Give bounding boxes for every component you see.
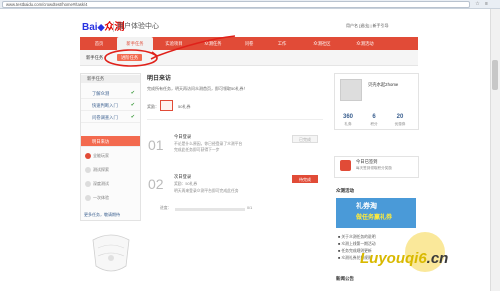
progress-label: 进度： (160, 206, 172, 210)
task-line: 奖励：50礼券 (174, 182, 198, 186)
task-title: 今日登录 (174, 134, 192, 139)
task-done-button[interactable]: 已完成 (292, 135, 318, 143)
task-title: 次日登录 (174, 174, 192, 179)
sidebar-sub-deep[interactable]: 深度测试 (81, 178, 140, 190)
calendar-icon (340, 160, 351, 171)
sidebar-item-quick-judge[interactable]: 快速判断入门 ✔ (81, 100, 140, 111)
logo-divider (113, 22, 114, 32)
news-item[interactable]: ■ 关于众测任务的说明 (338, 234, 376, 240)
stat-points-value[interactable]: 6 (364, 114, 384, 120)
nav-item-experiment[interactable]: 实验项目 (156, 37, 192, 50)
sidebar-sub-label: 深度测试 (93, 181, 109, 186)
sidebar-sub-once[interactable]: 一次体验 (81, 192, 140, 204)
reward-amount: 50礼券 (178, 104, 191, 109)
reward-label: 奖励： (147, 104, 159, 109)
sub-nav: 新手任务 进阶任务 (80, 50, 418, 66)
task-number: 02 (148, 176, 164, 192)
stat-vouchers-label: 优惠券 (394, 122, 406, 126)
scrollbar-thumb[interactable] (492, 60, 498, 90)
checkin-desc: 每天签到领取积分奖励 (356, 166, 392, 170)
status-dot-icon (85, 195, 91, 201)
sidebar-item-learn[interactable]: 了解众测 ✔ (81, 88, 140, 99)
watermark: Luyouqi6.cn (360, 250, 448, 267)
star-icon[interactable]: ☆ (474, 1, 481, 8)
nav-item-work[interactable]: 工作 (267, 37, 297, 50)
sidebar-sub-label: 测试探索 (93, 167, 109, 172)
promo-title: 礼券淘 (356, 203, 377, 210)
subnav-advanced[interactable]: 进阶任务 (117, 54, 143, 61)
username[interactable]: 贝壳水起2home (368, 82, 398, 88)
sidebar-sub-explore[interactable]: 测试探索 (81, 164, 140, 176)
stat-coupons-value[interactable]: 360 (338, 114, 358, 120)
coupon-icon (160, 100, 173, 111)
sidebar-item-tomorrow[interactable]: 明日来访 (81, 136, 140, 147)
nav-item-community[interactable]: 众测社区 (302, 37, 342, 50)
activity-title: 众测活动 (336, 188, 354, 193)
check-icon: ✔ (130, 102, 135, 108)
status-dot-icon (85, 181, 91, 187)
sidebar-item-label: 快速判断入门 (92, 103, 118, 108)
sidebar-item-label: 了解众测 (92, 91, 110, 96)
promo-subtitle: 做任务赢礼券 (356, 215, 393, 221)
page-title: 明日来访 (147, 76, 172, 82)
status-dot-icon (85, 153, 91, 159)
sidebar-head: 新手任务 (81, 75, 140, 83)
menu-icon[interactable]: ≡ (483, 1, 490, 8)
stat-points-label: 积分 (370, 122, 378, 126)
task-number: 01 (148, 137, 164, 153)
watermark-text: Luyouqi6 (360, 250, 427, 267)
checkin-title: 今日已签到 (356, 159, 378, 164)
mask-product-image (92, 234, 130, 272)
news-title: 新闻公告 (336, 276, 354, 281)
check-icon: ✔ (130, 114, 135, 120)
divider (147, 119, 323, 120)
nav-item-newbie[interactable]: 新手任务 (117, 37, 153, 50)
stat-vouchers-value[interactable]: 20 (390, 114, 410, 120)
main-nav: 首页 新手任务 实验项目 众测任务 问卷 工作 众测社区 众测活动 (80, 37, 418, 50)
avatar[interactable] (340, 79, 362, 101)
scrollbar[interactable] (490, 9, 500, 291)
sidebar-sub-allround[interactable]: 全能玩家 (81, 150, 140, 162)
nav-item-survey[interactable]: 问卷 (234, 37, 264, 50)
task-line: 明天再来登录众测平台即可完成此任务 (174, 189, 239, 193)
top-links[interactable]: 用户名 [退出] | 新手引导 (346, 23, 389, 29)
nav-item-events[interactable]: 众测活动 (345, 37, 385, 50)
task-go-button[interactable]: 待完成 (292, 175, 318, 183)
address-bar[interactable]: www.testbaidu.com/crowdtest/home#/task/4 (2, 1, 470, 8)
sidebar-item-survey[interactable]: 问卷调查入门 ✔ (81, 112, 140, 123)
stat-coupons-label: 礼券 (344, 122, 352, 126)
site-title: 用户体验中心 (117, 23, 159, 30)
sidebar-more: 更多任务，敬请期待 (84, 212, 120, 217)
subnav-newbie[interactable]: 新手任务 (86, 54, 103, 61)
sidebar-sub-label: 一次体验 (93, 195, 109, 200)
task-description: 完成所有任务，明天再访问众测首页，即可领取50礼券！ (147, 86, 248, 91)
task-line: 完成此任务即可获得下一步 (174, 148, 220, 152)
check-icon: ✔ (130, 90, 135, 96)
nav-item-tasks[interactable]: 众测任务 (195, 37, 231, 50)
progress-value: 0/1 (247, 206, 253, 210)
sidebar-sub-label: 全能玩家 (93, 153, 109, 158)
status-dot-icon (85, 167, 91, 173)
sidebar-item-label: 问卷调查入门 (92, 115, 118, 120)
progress-bar (175, 208, 245, 211)
watermark-suffix: .cn (426, 250, 449, 267)
nav-item-home[interactable]: 首页 (84, 37, 114, 50)
news-item[interactable]: ■ 众测上线第一期活动 (338, 241, 376, 247)
